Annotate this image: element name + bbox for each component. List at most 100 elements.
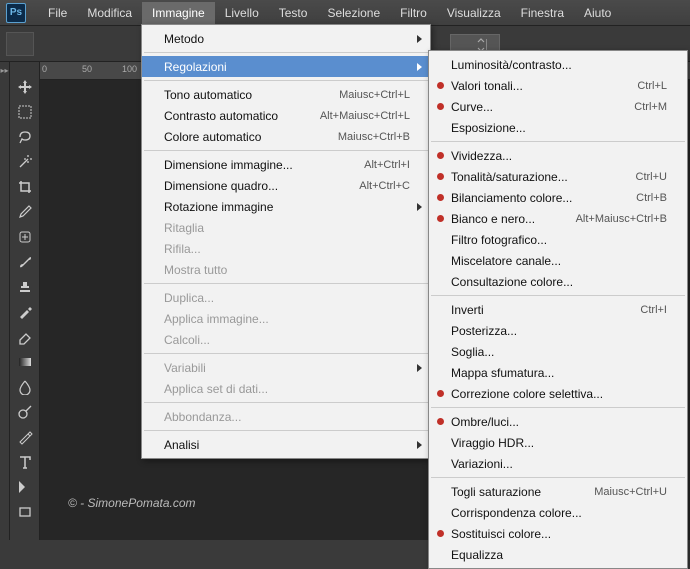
regolazioni-item[interactable]: Luminosità/contrasto...	[429, 54, 687, 75]
menu-item-label: Mappa sfumatura...	[451, 366, 667, 380]
menu-item-label: Sostituisci colore...	[451, 527, 667, 541]
record-dot-icon	[437, 152, 444, 159]
immagine-item[interactable]: Dimensione immagine...Alt+Ctrl+I	[142, 154, 430, 175]
menu-aiuto[interactable]: Aiuto	[574, 2, 621, 24]
regolazioni-item[interactable]: Esposizione...	[429, 117, 687, 138]
immagine-item[interactable]: Regolazioni	[142, 56, 430, 77]
regolazioni-item[interactable]: Correzione colore selettiva...	[429, 383, 687, 404]
tool-marquee-icon[interactable]	[14, 101, 36, 123]
tool-dodge-icon[interactable]	[14, 401, 36, 423]
immagine-item: Mostra tutto	[142, 259, 430, 280]
immagine-item[interactable]: Contrasto automaticoAlt+Maiusc+Ctrl+L	[142, 105, 430, 126]
tool-move-icon[interactable]	[14, 76, 36, 98]
regolazioni-item[interactable]: Viraggio HDR...	[429, 432, 687, 453]
menu-separator	[431, 407, 685, 408]
regolazioni-item[interactable]: Equalizza	[429, 544, 687, 565]
menu-shortcut: Alt+Maiusc+Ctrl+B	[576, 213, 667, 225]
menu-separator	[144, 80, 428, 81]
menu-testo[interactable]: Testo	[269, 2, 318, 24]
submenu-arrow-icon	[417, 441, 422, 449]
app-logo-icon: Ps	[6, 3, 26, 23]
menu-item-label: Miscelatore canale...	[451, 254, 667, 268]
menu-filtro[interactable]: Filtro	[390, 2, 437, 24]
tool-stamp-icon[interactable]	[14, 276, 36, 298]
tool-eyedropper-icon[interactable]	[14, 201, 36, 223]
menu-separator	[431, 477, 685, 478]
regolazioni-item[interactable]: Variazioni...	[429, 453, 687, 474]
regolazioni-item[interactable]: Togli saturazioneMaiusc+Ctrl+U	[429, 481, 687, 502]
regolazioni-item[interactable]: Filtro fotografico...	[429, 229, 687, 250]
tool-wand-icon[interactable]	[14, 151, 36, 173]
menu-finestra[interactable]: Finestra	[511, 2, 574, 24]
regolazioni-item[interactable]: Bilanciamento colore...Ctrl+B	[429, 187, 687, 208]
immagine-item[interactable]: Metodo	[142, 28, 430, 49]
tool-pen-icon[interactable]	[14, 426, 36, 448]
menu-item-label: Curve...	[451, 100, 634, 114]
regolazioni-item[interactable]: Soglia...	[429, 341, 687, 362]
immagine-item[interactable]: Colore automaticoMaiusc+Ctrl+B	[142, 126, 430, 147]
submenu-arrow-icon	[417, 35, 422, 43]
menu-item-label: Colore automatico	[164, 130, 338, 144]
menu-shortcut: Ctrl+L	[637, 80, 667, 92]
record-dot-icon	[437, 530, 444, 537]
regolazioni-item[interactable]: Posterizza...	[429, 320, 687, 341]
regolazioni-item[interactable]: Bianco e nero...Alt+Maiusc+Ctrl+B	[429, 208, 687, 229]
tool-gradient-icon[interactable]	[14, 351, 36, 373]
immagine-item: Abbondanza...	[142, 406, 430, 427]
menu-shortcut: Alt+Ctrl+I	[364, 159, 410, 171]
regolazioni-item[interactable]: Consultazione colore...	[429, 271, 687, 292]
ruler-tick: 100	[122, 64, 137, 74]
ruler-tick: 0	[42, 64, 47, 74]
menu-item-label: Valori tonali...	[451, 79, 637, 93]
immagine-item[interactable]: Analisi	[142, 434, 430, 455]
record-dot-icon	[437, 82, 444, 89]
regolazioni-item[interactable]: Ombre/luci...	[429, 411, 687, 432]
credit-text: © - SimonePomata.com	[68, 496, 196, 510]
regolazioni-item[interactable]: Corrispondenza colore...	[429, 502, 687, 523]
menu-shortcut: Ctrl+I	[640, 304, 667, 316]
toolbar	[10, 62, 40, 540]
tool-rect-icon[interactable]	[14, 501, 36, 523]
submenu-arrow-icon	[417, 203, 422, 211]
immagine-item[interactable]: Dimensione quadro...Alt+Ctrl+C	[142, 175, 430, 196]
menu-item-label: Calcoli...	[164, 333, 410, 347]
menu-item-label: Abbondanza...	[164, 410, 410, 424]
record-dot-icon	[437, 390, 444, 397]
tool-type-icon[interactable]	[14, 451, 36, 473]
menu-separator	[431, 295, 685, 296]
menu-item-label: Applica set di dati...	[164, 382, 410, 396]
regolazioni-item[interactable]: Vividezza...	[429, 145, 687, 166]
menu-item-label: Correzione colore selettiva...	[451, 387, 667, 401]
menu-selezione[interactable]: Selezione	[317, 2, 390, 24]
regolazioni-item[interactable]: Tonalità/saturazione...Ctrl+U	[429, 166, 687, 187]
tab-strip: ▸▸	[0, 62, 10, 540]
menu-separator	[144, 353, 428, 354]
ruler-tick: 50	[82, 64, 92, 74]
menu-item-label: Inverti	[451, 303, 640, 317]
regolazioni-item[interactable]: Miscelatore canale...	[429, 250, 687, 271]
menu-file[interactable]: File	[38, 2, 77, 24]
tool-brush-icon[interactable]	[14, 251, 36, 273]
tool-history-icon[interactable]	[14, 301, 36, 323]
tool-crop-icon[interactable]	[14, 176, 36, 198]
regolazioni-item[interactable]: Sostituisci colore...	[429, 523, 687, 544]
menu-shortcut: Maiusc+Ctrl+U	[594, 486, 667, 498]
immagine-item[interactable]: Tono automaticoMaiusc+Ctrl+L	[142, 84, 430, 105]
regolazioni-item[interactable]: Valori tonali...Ctrl+L	[429, 75, 687, 96]
immagine-item[interactable]: Rotazione immagine	[142, 196, 430, 217]
tool-heal-icon[interactable]	[14, 226, 36, 248]
regolazioni-item[interactable]: InvertiCtrl+I	[429, 299, 687, 320]
tool-blur-icon[interactable]	[14, 376, 36, 398]
regolazioni-item[interactable]: Mappa sfumatura...	[429, 362, 687, 383]
menu-item-label: Soglia...	[451, 345, 667, 359]
menu-livello[interactable]: Livello	[215, 2, 269, 24]
menu-visualizza[interactable]: Visualizza	[437, 2, 511, 24]
tool-path-icon[interactable]	[14, 476, 36, 498]
tool-eraser-icon[interactable]	[14, 326, 36, 348]
regolazioni-item[interactable]: Curve...Ctrl+M	[429, 96, 687, 117]
tool-lasso-icon[interactable]	[14, 126, 36, 148]
menu-item-label: Metodo	[164, 32, 410, 46]
menu-immagine[interactable]: Immagine	[142, 2, 215, 24]
tool-preset-swatch[interactable]	[6, 32, 34, 56]
menu-modifica[interactable]: Modifica	[77, 2, 142, 24]
